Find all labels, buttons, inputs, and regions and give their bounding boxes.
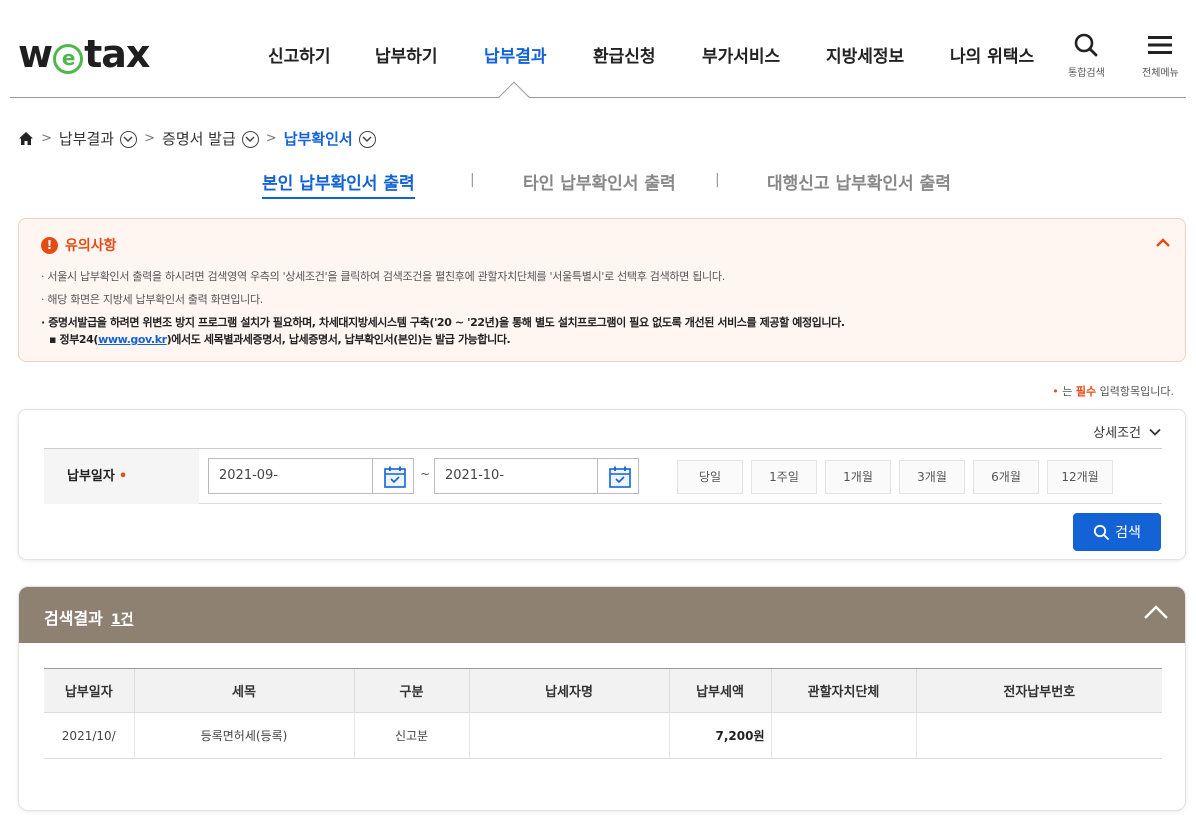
cell-authority	[770, 712, 916, 759]
column-header: 관할자치단체	[770, 668, 916, 713]
detail-conditions-label: 상세조건	[1093, 426, 1141, 441]
chevron-right-icon: >	[144, 131, 156, 146]
table-header-row: 납부일자 세목 구분 납세자명 납부세액 관할자치단체 전자납부번호	[44, 668, 1162, 713]
nav-extra-services[interactable]: 부가서비스	[702, 42, 780, 67]
period-3month-button[interactable]: 3개월	[899, 460, 965, 494]
required-mark: •	[118, 469, 128, 484]
end-date-calendar-button[interactable]	[597, 458, 639, 494]
period-12month-button[interactable]: 12개월	[1047, 460, 1113, 494]
column-header: 납부세액	[668, 668, 771, 713]
results-collapse-button[interactable]	[1143, 604, 1169, 624]
notice-line: · 해당 화면은 지방세 납부확인서 출력 화면입니다.	[41, 293, 263, 306]
tab-self-certificate[interactable]: 본인 납부확인서 출력	[262, 169, 415, 199]
period-1month-button[interactable]: 1개월	[825, 460, 891, 494]
cell-e-payment-number	[915, 712, 1162, 759]
all-menu-button[interactable]: 전체메뉴	[1142, 32, 1179, 79]
breadcrumb: > 납부결과 > 증명서 발급 > 납부확인서	[18, 128, 376, 149]
table-row[interactable]: 2021/10/ 등록면허세(등록) 신고분 7,200원	[44, 712, 1162, 759]
circle-chevron-down-icon[interactable]	[241, 131, 259, 148]
circle-chevron-down-icon[interactable]	[358, 131, 376, 148]
column-header: 세목	[133, 668, 354, 713]
nav-payment[interactable]: 납부하기	[375, 42, 438, 67]
payment-date-row: 납부일자 • 2021-09- ~ 2021-10- 당일 1주일 1개월 3개월…	[44, 448, 1162, 504]
nav-refund[interactable]: 환급신청	[593, 42, 656, 67]
date-range-tilde: ~	[420, 467, 431, 481]
nav-my-wetax[interactable]: 나의 위택스	[950, 42, 1034, 67]
tab-agent-certificate[interactable]: 대행신고 납부확인서 출력	[767, 169, 951, 194]
active-nav-caret	[498, 81, 530, 113]
search-icon	[1075, 33, 1098, 57]
site-header: w e tax 신고하기 납부하기 납부결과 환급신청 부가서비스 지방세정보 나의…	[0, 0, 1196, 113]
all-menu-label: 전체메뉴	[1142, 68, 1179, 79]
column-header: 납세자명	[468, 668, 669, 713]
chevron-down-icon	[1149, 428, 1161, 436]
circle-chevron-down-icon[interactable]	[120, 131, 138, 148]
payment-date-label: 납부일자 •	[44, 449, 199, 504]
calendar-icon	[609, 466, 631, 488]
logo-e-mark: e	[53, 44, 84, 74]
chevron-right-icon: >	[41, 131, 52, 146]
start-date-input[interactable]: 2021-09-	[208, 458, 373, 494]
nav-report[interactable]: 신고하기	[268, 42, 331, 67]
start-date-calendar-button[interactable]	[372, 458, 414, 494]
calendar-icon	[384, 466, 406, 488]
gov24-link[interactable]: www.gov.kr	[98, 333, 167, 346]
integrated-search-label: 통합검색	[1068, 68, 1105, 79]
tab-separator: |	[470, 172, 475, 188]
period-1week-button[interactable]: 1주일	[751, 460, 817, 494]
end-date-input[interactable]: 2021-10-	[434, 458, 598, 494]
notice-line-gov24: ▪ 정부24(www.gov.kr)에서도 세목별과세증명서, 납세증명서, 납…	[49, 333, 511, 346]
breadcrumb-item-payment-result[interactable]: 납부결과	[59, 128, 114, 149]
integrated-search-button[interactable]: 통합검색	[1068, 32, 1105, 79]
home-icon[interactable]	[18, 131, 34, 146]
notice-line-strong: · 증명서발급을 하려면 위변조 방지 프로그램 설치가 필요하며, 차세대지방…	[41, 316, 845, 329]
detail-conditions-toggle[interactable]: 상세조건	[1093, 422, 1161, 441]
search-button[interactable]: 검색	[1073, 513, 1161, 551]
cell-tax-item: 등록면허세(등록)	[133, 712, 354, 759]
results-title: 검색결과 1건	[44, 609, 134, 628]
breadcrumb-item-current[interactable]: 납부확인서	[284, 128, 353, 149]
results-header: 검색결과 1건	[19, 587, 1185, 643]
notice-collapse-button[interactable]	[1155, 233, 1171, 252]
nav-local-tax-info[interactable]: 지방세정보	[826, 42, 904, 67]
tab-separator: |	[715, 172, 720, 188]
search-icon	[1094, 524, 1110, 540]
chevron-up-icon	[1144, 605, 1168, 619]
period-today-button[interactable]: 당일	[677, 460, 743, 494]
notice-line: · 서울시 납부확인서 출력을 하시려면 검색영역 우측의 '상세조건'을 클릭…	[41, 270, 725, 283]
period-6month-button[interactable]: 6개월	[973, 460, 1039, 494]
chevron-up-icon	[1156, 238, 1170, 247]
column-header: 납부일자	[44, 668, 134, 713]
results-count: 1건	[110, 612, 134, 628]
results-panel: 검색결과 1건 납부일자 세목 구분 납세자명 납부세액 관할자치단체 전자납부번…	[18, 586, 1186, 811]
search-button-label: 검색	[1115, 525, 1141, 541]
exclamation-icon: !	[41, 236, 58, 254]
notice-title: ! 유의사항	[41, 235, 117, 255]
nav-payment-result[interactable]: 납부결과	[484, 42, 547, 67]
search-panel: 상세조건 납부일자 • 2021-09- ~ 2021-10- 당일 1주일 1개…	[18, 409, 1186, 560]
required-note: • 는 필수 입력항목입니다.	[1052, 385, 1174, 398]
wetax-logo[interactable]: w e tax	[18, 32, 150, 76]
breadcrumb-item-certificate[interactable]: 증명서 발급	[162, 128, 236, 149]
column-header: 전자납부번호	[915, 668, 1162, 713]
cell-type: 신고분	[353, 712, 469, 759]
notice-title-text: 유의사항	[65, 238, 117, 254]
hamburger-icon	[1148, 36, 1173, 54]
notice-box: ! 유의사항 · 서울시 납부확인서 출력을 하시려면 검색영역 우측의 '상세…	[18, 218, 1186, 362]
column-header: 구분	[353, 668, 469, 713]
cell-payment-date: 2021/10/	[44, 712, 134, 759]
cell-payer	[468, 712, 669, 759]
cell-amount: 7,200원	[668, 712, 771, 759]
results-table: 납부일자 세목 구분 납세자명 납부세액 관할자치단체 전자납부번호 2021/…	[44, 668, 1162, 759]
tab-other-certificate[interactable]: 타인 납부확인서 출력	[523, 169, 676, 194]
header-divider	[10, 97, 1186, 98]
chevron-right-icon: >	[265, 131, 277, 146]
